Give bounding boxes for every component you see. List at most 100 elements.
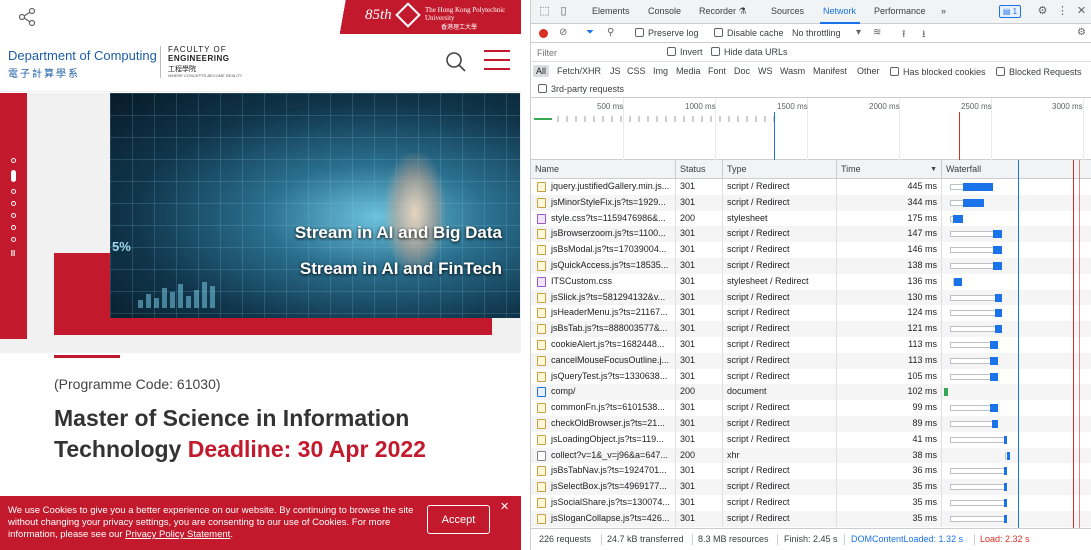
table-row[interactable]: cookieAlert.js?ts=1682448... 301 script / …	[531, 336, 1091, 353]
inspect-element-icon[interactable]: ⬚	[538, 5, 551, 18]
carousel-dot[interactable]	[10, 213, 16, 218]
record-icon[interactable]	[539, 29, 548, 38]
type-filter-font[interactable]: Font	[705, 65, 729, 77]
carousel-dot-active[interactable]	[10, 170, 16, 182]
hamburger-menu-icon[interactable]	[484, 50, 510, 72]
table-row[interactable]: jsSocialShare.js?ts=130074... 301 script /…	[531, 494, 1091, 511]
request-name[interactable]: commonFn.js?ts=6101538...	[531, 400, 676, 416]
more-tabs-icon[interactable]: »	[941, 6, 946, 16]
table-row[interactable]: jsBsTabNav.js?ts=1924701... 301 script / R…	[531, 463, 1091, 480]
faculty-name[interactable]: ENGINEERING	[168, 54, 230, 63]
table-row[interactable]: jsBrowserzoom.js?ts=1100... 301 script / R…	[531, 226, 1091, 243]
settings-gear-icon[interactable]: ⚙	[1036, 5, 1049, 18]
carousel-dot[interactable]	[10, 158, 16, 163]
table-row[interactable]: jsBsModal.js?ts=17039004... 301 script / R…	[531, 242, 1091, 258]
chevron-down-icon[interactable]: ▾	[856, 27, 861, 38]
table-row[interactable]: jsSloganCollapse.js?ts=426... 301 script /…	[531, 510, 1091, 527]
request-name[interactable]: collect?v=1&_v=j96&a=647...	[531, 447, 676, 464]
request-name[interactable]: jsQueryTest.js?ts=1330638...	[531, 368, 676, 385]
tab-network[interactable]: Network	[823, 6, 856, 16]
table-row[interactable]: jquery.justifiedGallery.min.js... 301 scri…	[531, 179, 1091, 195]
search-icon[interactable]	[444, 50, 468, 74]
request-name[interactable]: jsSelectBox.js?ts=4969177...	[531, 479, 676, 495]
table-row[interactable]: cancelMouseFocusOutline.j... 301 script / …	[531, 352, 1091, 369]
type-filter-media[interactable]: Media	[673, 65, 704, 77]
request-name[interactable]: jsBsTab.js?ts=888003577&...	[531, 321, 676, 337]
request-name[interactable]: ITSCustom.css	[531, 273, 676, 290]
table-row[interactable]: jsBsTab.js?ts=888003577&... 301 script / R…	[531, 321, 1091, 337]
table-row[interactable]: jsSelectBox.js?ts=4969177... 301 script / …	[531, 479, 1091, 495]
accept-cookies-button[interactable]: Accept	[427, 505, 490, 534]
type-filter-other[interactable]: Other	[854, 65, 883, 77]
carousel-dot[interactable]	[10, 225, 16, 230]
carousel-dot[interactable]	[10, 189, 16, 194]
carousel-dot[interactable]	[10, 237, 16, 242]
tab-elements[interactable]: Elements	[592, 6, 630, 16]
table-row[interactable]: jsLoadingObject.js?ts=119... 301 script / …	[531, 431, 1091, 448]
messages-badge[interactable]: ▤ 1	[999, 5, 1021, 18]
department-name-cn[interactable]: 電子計算學系	[8, 65, 80, 80]
export-har-icon[interactable]: ⭳	[922, 27, 926, 44]
search-icon[interactable]: ⚲	[607, 27, 614, 38]
tab-performance[interactable]: Performance	[874, 6, 926, 16]
import-har-icon[interactable]: ⭱	[902, 27, 906, 44]
table-row[interactable]: comp/200 document 102 ms	[531, 384, 1091, 401]
column-header-status[interactable]: Status	[676, 160, 723, 179]
polyu-logo-banner[interactable]: 85th The Hong Kong Polytechnic Universit…	[321, 0, 521, 34]
request-name[interactable]: jsSloganCollapse.js?ts=426...	[531, 510, 676, 527]
table-row[interactable]: collect?v=1&_v=j96&a=647... 200 xhr 38 ms	[531, 447, 1091, 464]
column-header-time[interactable]: Time ▼	[837, 160, 942, 179]
table-row[interactable]: jsQueryTest.js?ts=1330638... 301 script / …	[531, 368, 1091, 385]
type-filter-ws[interactable]: WS	[755, 65, 776, 77]
blocked-requests-checkbox[interactable]	[996, 67, 1005, 76]
third-party-checkbox[interactable]	[538, 84, 547, 93]
close-devtools-icon[interactable]: ✕	[1075, 5, 1088, 18]
device-toolbar-icon[interactable]: ▯	[557, 5, 570, 18]
tab-sources[interactable]: Sources	[771, 6, 804, 16]
more-options-icon[interactable]: ⋮	[1056, 5, 1069, 18]
request-name[interactable]: jsHeaderMenu.js?ts=21167...	[531, 305, 676, 322]
request-name[interactable]: jsBrowserzoom.js?ts=1100...	[531, 226, 676, 243]
table-row[interactable]: style.css?ts=1159476986&... 200 stylesheet…	[531, 210, 1091, 227]
invert-checkbox[interactable]	[667, 47, 676, 56]
table-row[interactable]: jsQuickAccess.js?ts=18535... 301 script / …	[531, 257, 1091, 274]
carousel-dot[interactable]	[10, 201, 16, 206]
filter-icon[interactable]: ⏷	[586, 27, 594, 38]
request-name[interactable]: jquery.justifiedGallery.min.js...	[531, 179, 676, 195]
carousel-pause-icon[interactable]: II	[9, 249, 17, 258]
filter-input[interactable]	[534, 45, 658, 60]
type-filter-doc[interactable]: Doc	[731, 65, 753, 77]
request-name[interactable]: jsSlick.js?ts=581294132&v...	[531, 289, 676, 306]
network-conditions-icon[interactable]: ≋	[873, 27, 881, 38]
hide-data-urls-checkbox[interactable]	[711, 47, 720, 56]
request-name[interactable]: checkOldBrowser.js?ts=21...	[531, 415, 676, 432]
clear-icon[interactable]: ⊘	[559, 27, 567, 38]
type-filter-js[interactable]: JS	[607, 65, 624, 77]
column-header-name[interactable]: Name	[531, 160, 676, 179]
table-row[interactable]: commonFn.js?ts=6101538... 301 script / Red…	[531, 400, 1091, 416]
table-row[interactable]: jsHeaderMenu.js?ts=21167... 301 script / R…	[531, 305, 1091, 322]
disable-cache-checkbox[interactable]	[714, 28, 723, 37]
department-name[interactable]: Department of Computing	[8, 48, 157, 63]
column-header-waterfall[interactable]: Waterfall	[942, 160, 1091, 179]
has-blocked-cookies-checkbox[interactable]	[890, 67, 899, 76]
share-icon[interactable]	[16, 6, 38, 28]
table-row[interactable]: jsSlick.js?ts=581294132&v... 301 script / …	[531, 289, 1091, 306]
type-filter-fetch-xhr[interactable]: Fetch/XHR	[554, 65, 604, 77]
network-settings-gear-icon[interactable]: ⚙	[1077, 27, 1086, 38]
table-row[interactable]: ITSCustom.css 301 stylesheet / Redirect 136…	[531, 273, 1091, 290]
request-name[interactable]: jsQuickAccess.js?ts=18535...	[531, 257, 676, 274]
request-name[interactable]: jsBsModal.js?ts=17039004...	[531, 242, 676, 258]
type-filter-img[interactable]: Img	[650, 65, 671, 77]
table-row[interactable]: jsMinorStyleFix.js?ts=1929... 301 script /…	[531, 194, 1091, 211]
type-filter-all[interactable]: All	[533, 65, 550, 77]
request-name[interactable]: cookieAlert.js?ts=1682448...	[531, 336, 676, 353]
close-icon[interactable]: ✕	[500, 500, 509, 513]
request-name[interactable]: jsLoadingObject.js?ts=119...	[531, 431, 676, 448]
request-name[interactable]: comp/	[531, 384, 676, 401]
table-row[interactable]: checkOldBrowser.js?ts=21... 301 script / R…	[531, 415, 1091, 432]
request-name[interactable]: jsBsTabNav.js?ts=1924701...	[531, 463, 676, 480]
type-filter-manifest[interactable]: Manifest	[810, 65, 850, 77]
column-header-type[interactable]: Type	[723, 160, 837, 179]
type-filter-wasm[interactable]: Wasm	[777, 65, 808, 77]
